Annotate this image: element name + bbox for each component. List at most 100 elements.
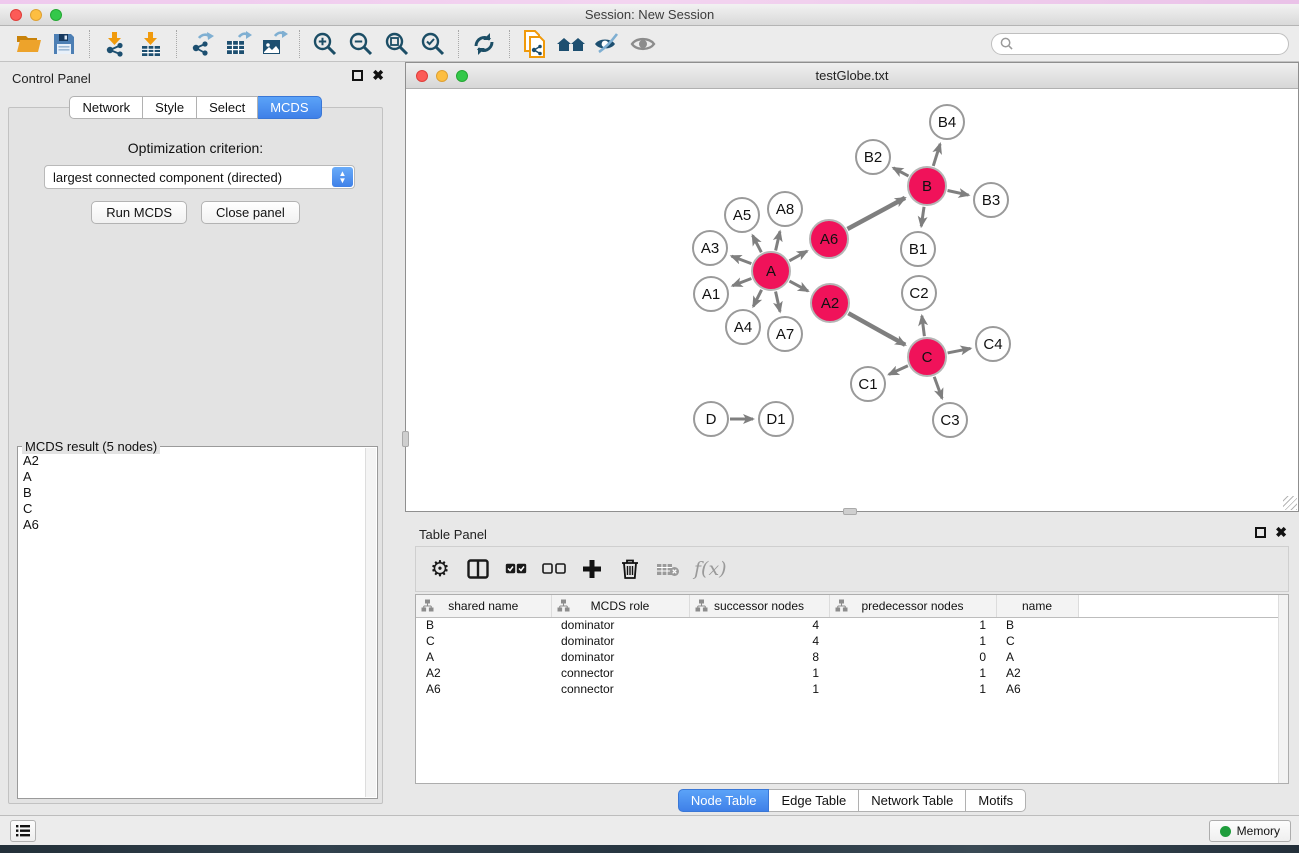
table-cell[interactable]: B (996, 617, 1078, 633)
split-columns-icon[interactable] (466, 554, 490, 584)
export-table-icon[interactable] (220, 28, 256, 60)
control-tab-mcds[interactable]: MCDS (258, 96, 321, 119)
birds-eye-view-icon[interactable] (625, 28, 661, 60)
graph-edge-A2-C[interactable] (848, 313, 905, 345)
refresh-view-icon[interactable] (466, 28, 502, 60)
graph-node-A1[interactable]: A1 (694, 277, 728, 311)
window-resize-grip[interactable] (1283, 496, 1297, 510)
graph-edge-A-A6[interactable] (789, 251, 807, 261)
deselect-all-icon[interactable] (542, 554, 566, 584)
mcds-list-scrollbar[interactable] (365, 448, 376, 797)
table-cell[interactable]: dominator (551, 649, 689, 665)
network-canvas[interactable]: B4B2BB3A8A5A6A3B1AA1C2A2A4A7C4CC1C3DD1 (406, 90, 1298, 511)
table-cell[interactable]: A6 (996, 681, 1078, 697)
window-edge-handle[interactable] (402, 431, 409, 447)
table-tab-motifs[interactable]: Motifs (966, 789, 1026, 812)
graph-edge-A-A2[interactable] (789, 281, 808, 291)
graph-node-D1[interactable]: D1 (759, 402, 793, 436)
table-cell[interactable]: dominator (551, 617, 689, 633)
graph-edge-A-A3[interactable] (732, 256, 752, 263)
table-cell[interactable]: 1 (829, 633, 996, 649)
graph-edge-B-B1[interactable] (921, 207, 924, 226)
table-tab-network-table[interactable]: Network Table (859, 789, 966, 812)
control-tab-network[interactable]: Network (69, 96, 143, 119)
zoom-fit-icon[interactable] (379, 28, 415, 60)
network-close-button[interactable] (416, 70, 428, 82)
table-cell[interactable]: 1 (829, 617, 996, 633)
graph-node-A4[interactable]: A4 (726, 310, 760, 344)
control-tab-style[interactable]: Style (143, 96, 197, 119)
graph-edge-C-C2[interactable] (922, 316, 925, 336)
duplicate-network-icon[interactable] (517, 28, 553, 60)
select-all-icon[interactable] (504, 554, 528, 584)
table-row[interactable]: Cdominator41C (416, 633, 1288, 649)
mcds-result-item[interactable]: B (20, 485, 365, 501)
network-minimize-button[interactable] (436, 70, 448, 82)
export-network-icon[interactable] (184, 28, 220, 60)
graph-node-D[interactable]: D (694, 402, 728, 436)
table-cell[interactable]: connector (551, 665, 689, 681)
float-table-panel-icon[interactable] (1255, 527, 1266, 538)
table-cell[interactable]: 4 (689, 633, 829, 649)
graph-node-A2[interactable]: A2 (811, 284, 849, 322)
float-panel-icon[interactable] (352, 70, 363, 81)
column-header-predecessor-nodes[interactable]: predecessor nodes (829, 595, 996, 617)
graph-node-C1[interactable]: C1 (851, 367, 885, 401)
column-header-MCDS-role[interactable]: MCDS role (551, 595, 689, 617)
zoom-selected-icon[interactable] (415, 28, 451, 60)
minimize-window-button[interactable] (30, 9, 42, 21)
graph-edge-B-B3[interactable] (948, 190, 969, 195)
graph-edge-B-B2[interactable] (893, 168, 908, 176)
import-network-icon[interactable] (97, 28, 133, 60)
column-header-name[interactable]: name (996, 595, 1078, 617)
close-panel-button[interactable]: Close panel (201, 201, 300, 224)
add-column-icon[interactable] (580, 554, 604, 584)
delete-column-icon[interactable] (618, 554, 642, 584)
graph-edge-A-A1[interactable] (732, 279, 751, 286)
gear-icon[interactable]: ⚙ (428, 554, 452, 584)
window-edge-handle[interactable] (843, 508, 857, 515)
table-row[interactable]: A2connector11A2 (416, 665, 1288, 681)
function-builder-icon[interactable]: f(x) (694, 554, 727, 584)
column-header-shared-name[interactable]: shared name (416, 595, 551, 617)
table-cell[interactable]: 0 (829, 649, 996, 665)
graph-edge-A-A4[interactable] (753, 290, 761, 307)
memory-button[interactable]: Memory (1209, 820, 1291, 842)
close-table-panel-icon[interactable]: ✖ (1275, 527, 1287, 538)
table-cell[interactable]: A (416, 649, 551, 665)
table-cell[interactable]: 1 (829, 665, 996, 681)
graph-node-B1[interactable]: B1 (901, 232, 935, 266)
search-box[interactable] (991, 33, 1289, 55)
table-cell[interactable]: 8 (689, 649, 829, 665)
table-tab-node-table[interactable]: Node Table (678, 789, 770, 812)
mcds-result-item[interactable]: C (20, 501, 365, 517)
network-zoom-button[interactable] (456, 70, 468, 82)
table-cell[interactable]: 4 (689, 617, 829, 633)
destroy-table-icon[interactable] (656, 554, 680, 584)
table-cell[interactable]: A2 (996, 665, 1078, 681)
column-header-successor-nodes[interactable]: successor nodes (689, 595, 829, 617)
hide-graphics-details-icon[interactable] (589, 28, 625, 60)
table-cell[interactable]: 1 (689, 681, 829, 697)
search-input[interactable] (1018, 37, 1280, 51)
graph-edge-A6-B[interactable] (847, 198, 905, 229)
table-cell[interactable]: B (416, 617, 551, 633)
graph-edge-B-B4[interactable] (933, 144, 940, 166)
import-table-icon[interactable] (133, 28, 169, 60)
graph-edge-C-C1[interactable] (889, 366, 908, 375)
mcds-result-item[interactable]: A (20, 469, 365, 485)
mcds-result-item[interactable]: A2 (20, 453, 365, 469)
table-cell[interactable]: 1 (829, 681, 996, 697)
run-mcds-button[interactable]: Run MCDS (91, 201, 187, 224)
graph-edge-C-C4[interactable] (948, 348, 971, 352)
graph-node-B2[interactable]: B2 (856, 140, 890, 174)
graph-node-A5[interactable]: A5 (725, 198, 759, 232)
table-cell[interactable]: A6 (416, 681, 551, 697)
graph-node-A8[interactable]: A8 (768, 192, 802, 226)
network-graph[interactable]: B4B2BB3A8A5A6A3B1AA1C2A2A4A7C4CC1C3DD1 (406, 90, 1298, 511)
table-row[interactable]: Adominator80A (416, 649, 1288, 665)
table-row[interactable]: A6connector11A6 (416, 681, 1288, 697)
graph-node-C[interactable]: C (908, 338, 946, 376)
graph-node-B[interactable]: B (908, 167, 946, 205)
zoom-window-button[interactable] (50, 9, 62, 21)
